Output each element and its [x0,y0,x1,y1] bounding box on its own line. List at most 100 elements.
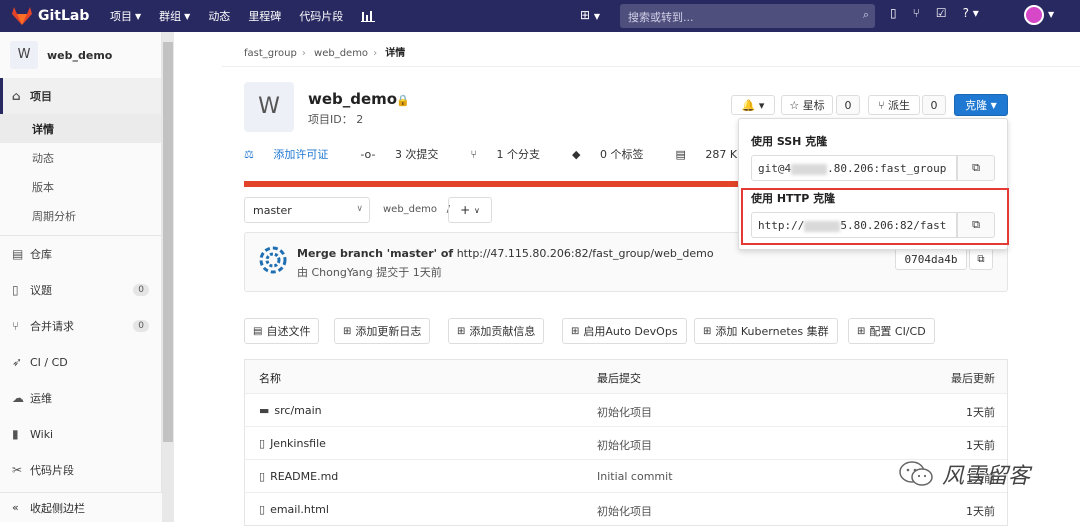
author-avatar[interactable] [257,244,289,276]
breadcrumb-group[interactable]: fast_group [244,48,297,59]
copy-sha-button[interactable]: ⧉ [969,248,993,270]
double-chevron-left-icon: « [12,501,19,514]
commits-stat[interactable]: -o- 3 次提交 [360,146,454,162]
sidebar-item-snippets[interactable]: ✂ 代码片段 [0,452,161,488]
sidebar-item-repository[interactable]: ▤ 仓库 [0,236,161,272]
bell-icon: 🔔 ▾ [741,98,765,112]
redacted-text [791,163,828,175]
tags-stat[interactable]: ◆ 0 个标签 [572,146,659,162]
search-icon: ⌕ [862,8,869,21]
sidebar-subitem-cycle-analytics[interactable]: 周期分析 [0,201,161,230]
collapse-sidebar-button[interactable]: « 收起侧边栏 [0,492,162,522]
add-changelog-button[interactable]: ⊞ 添加更新日志 [334,318,431,344]
plus-box-icon: ⊞ [857,325,866,337]
nav-groups[interactable]: 群组 ▼ [159,8,190,24]
commit-icon: -o- [360,148,379,161]
ssh-clone-label: 使用 SSH 克隆 [751,135,828,148]
brand-name: GitLab [38,8,90,24]
sidebar-item-project[interactable]: ⌂ 项目 [0,78,161,114]
file-icon: ▤ [253,325,263,337]
project-avatar: W [10,41,38,69]
sidebar-subitem-details[interactable]: 详情 [0,114,161,143]
merge-requests-icon[interactable]: ⑂ [913,6,920,20]
ssh-url-field[interactable]: git@4.80.206:fast_group [751,155,957,181]
search-input[interactable]: 搜索或转到... ⌕ [620,4,875,28]
file-table: 名称 最后提交 最后更新 ▬ src/main 初始化项目 1天前 ▯ Jenkin… [244,359,1008,526]
copy-ssh-button[interactable]: ⧉ [957,155,995,181]
add-contributing-button[interactable]: ⊞ 添加贡献信息 [448,318,545,344]
todos-check-icon[interactable]: ☑ [936,6,947,20]
sidebar: W web_demo ⌂ 项目 详情 动态 版本 周期分析 ▤ 仓库 ▯ 议题 … [0,32,162,522]
chevron-down-icon: ∨ [356,204,363,214]
chevron-down-icon: ▼ [1048,10,1055,19]
table-row[interactable]: ▬ src/main 初始化项目 1天前 [245,393,1007,426]
nav-activity[interactable]: 动态 [208,8,230,24]
branch-select[interactable]: master ∨ [244,197,370,223]
file-icon: ▤ [675,148,690,161]
sidebar-scrollbar[interactable] [162,32,174,522]
table-row[interactable]: ▯ Jenkinsfile 初始化项目 1天前 [245,426,1007,459]
plus-box-icon: ⊞ [343,325,352,337]
add-license-link[interactable]: ⚖ 添加许可证 [244,146,344,162]
new-item-icon[interactable]: ⊞ ▼ [580,8,600,22]
fork-count[interactable]: 0 [922,95,946,115]
commit-message[interactable]: Merge branch 'master' of http://47.115.8… [297,247,714,260]
breadcrumb-project[interactable]: web_demo [314,48,368,59]
gitlab-logo[interactable]: GitLab [12,7,92,25]
lock-icon: 🔒 [396,94,410,107]
readme-button[interactable]: ▤ 自述文件 [244,318,320,344]
table-row[interactable]: ▯ email.html 初始化项目 1天前 [245,492,1007,525]
sidebar-item-issues[interactable]: ▯ 议题 0 [0,272,161,308]
add-kubernetes-button[interactable]: ⊞ 添加 Kubernetes 集群 [694,318,838,344]
nav-milestones[interactable]: 里程碑 [248,8,281,24]
chevron-down-icon: ▼ [135,11,142,21]
star-icon: ☆ [789,98,800,112]
sidebar-item-merge-requests[interactable]: ⑂ 合并请求 0 [0,308,161,344]
gitlab-fox-icon [12,7,32,25]
chart-icon[interactable] [361,10,376,22]
issues-icon: ▯ [12,283,19,297]
file-icon: ▯ [259,503,266,516]
top-navbar: GitLab 项目 ▼ 群组 ▼ 动态 里程碑 代码片段 ⊞ ▼ 搜索或转到... … [0,0,1080,32]
breadcrumb: fast_group › web_demo › 详情 [244,48,406,59]
nav-projects[interactable]: 项目 ▼ [110,8,141,24]
sidebar-item-ci-cd[interactable]: ➶ CI / CD [0,344,161,380]
doc-icon: ▤ [12,247,24,261]
sidebar-project-header[interactable]: W web_demo [0,32,161,78]
scale-icon: ⚖ [244,148,258,161]
sidebar-subitem-activity[interactable]: 动态 [0,143,161,172]
plus-box-icon: ⊞ [457,325,466,337]
enable-auto-devops-button[interactable]: ⊞ 启用Auto DevOps [562,318,687,344]
language-bar [244,181,764,187]
star-button[interactable]: ☆ 星标 [781,95,833,115]
home-icon: ⌂ [12,89,21,103]
sidebar-item-wiki[interactable]: ▮ Wiki [0,416,161,452]
branch-icon: ⑂ [470,148,481,161]
tag-icon: ◆ [572,148,585,161]
scrollbar-thumb[interactable] [163,42,173,442]
table-header: 名称 最后提交 最后更新 [245,360,1007,393]
sidebar-subitem-releases[interactable]: 版本 [0,172,161,201]
cloud-icon: ☁ [12,391,24,405]
plus-box-icon: ⊞ [571,325,580,337]
nav-snippets[interactable]: 代码片段 [299,8,343,24]
commit-sha[interactable]: 0704da4b [895,248,967,270]
notification-button[interactable]: 🔔 ▾ [731,95,775,115]
user-avatar[interactable] [1024,5,1044,25]
divider [222,66,1080,67]
sidebar-item-operations[interactable]: ☁ 运维 [0,380,161,416]
rocket-icon: ➶ [12,355,23,369]
star-count[interactable]: 0 [836,95,860,115]
clone-button[interactable]: 克隆 ▼ [954,94,1008,116]
repo-id: 项目ID： 2 [308,113,364,126]
branches-stat[interactable]: ⑂ 1 个分支 [470,146,556,162]
add-file-button[interactable]: + ∨ [448,197,492,223]
chevron-down-icon: ▼ [184,11,191,21]
merge-count-badge: 0 [133,320,149,332]
fork-icon: ⑂ [877,98,885,112]
table-row[interactable]: ▯ README.md Initial commit 1天前 [245,459,1007,492]
configure-ci-cd-button[interactable]: ⊞ 配置 CI/CD [848,318,935,344]
todo-panel-icon[interactable]: ▯ [890,6,897,20]
fork-button[interactable]: ⑂ 派生 [868,95,920,115]
help-icon[interactable]: ? ▾ [963,6,979,20]
